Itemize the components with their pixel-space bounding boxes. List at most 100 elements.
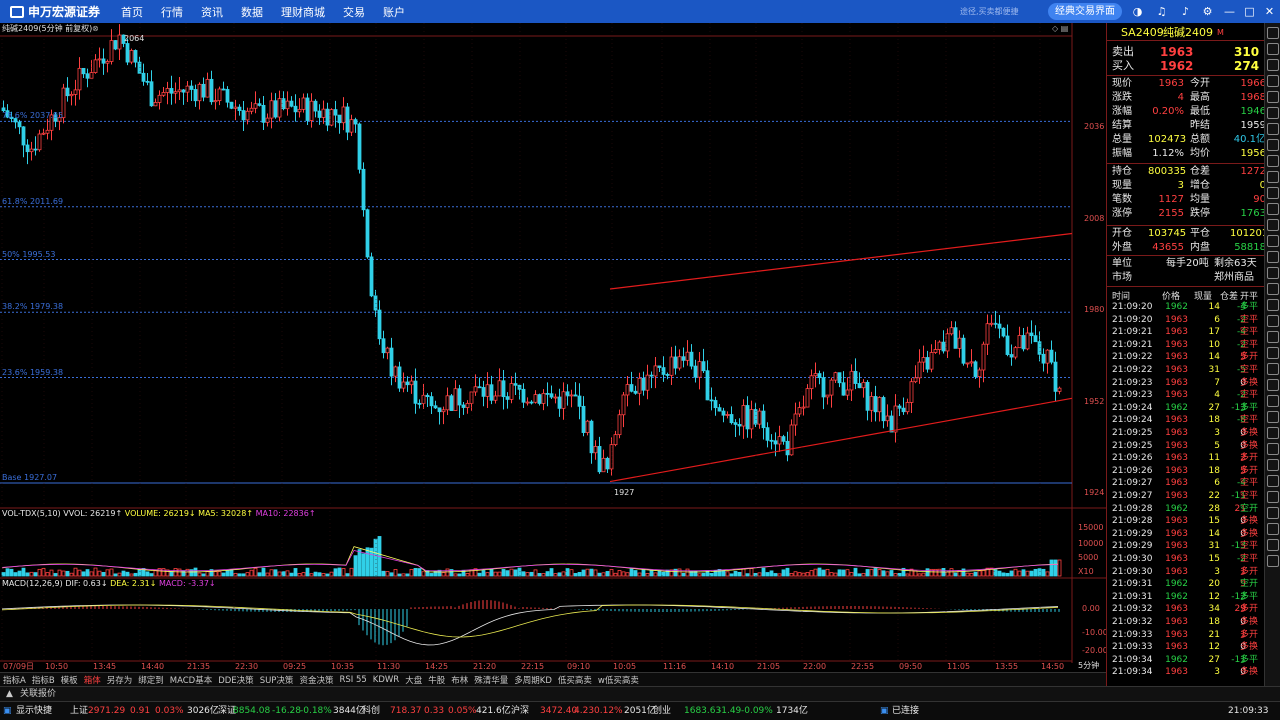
tick-cell: 6 [1214, 478, 1220, 489]
toolbar-tool-icon[interactable] [1267, 171, 1279, 183]
right-toolbar [1264, 23, 1280, 688]
toolbar-tool-icon[interactable] [1267, 187, 1279, 199]
toolbar-tool-icon[interactable] [1267, 251, 1279, 263]
toolbar-tool-icon[interactable] [1267, 539, 1279, 551]
quote-price[interactable]: 1962 [1160, 59, 1193, 73]
period-label[interactable]: 5分钟 [1078, 661, 1099, 671]
macd-bars [2, 600, 1060, 646]
chart-close-icon[interactable]: ⊗ [92, 24, 99, 34]
menu-item-3[interactable]: 数据 [232, 4, 272, 20]
maximize-icon[interactable]: □ [1242, 4, 1257, 19]
volume-bar [453, 573, 458, 577]
close-icon[interactable]: ✕ [1262, 4, 1277, 19]
indicator-tab[interactable]: 指标A [0, 674, 29, 686]
tick-cell: 1963 [1165, 604, 1188, 615]
indicator-tab[interactable]: 指标B [29, 674, 58, 686]
indicator-tab[interactable]: RSI 55 [336, 675, 369, 685]
indicator-tab[interactable]: w低买高卖 [595, 674, 642, 686]
fib-label: 23.6% 1959.38 [2, 367, 64, 377]
menu-item-6[interactable]: 账户 [374, 4, 414, 20]
candle-body [869, 396, 874, 411]
toolbar-tool-icon[interactable] [1267, 523, 1279, 535]
toolbar-tool-icon[interactable] [1267, 443, 1279, 455]
candle-body [1021, 335, 1026, 350]
indicator-tab[interactable]: 殊清华量 [471, 674, 511, 686]
toolbar-tool-icon[interactable] [1267, 363, 1279, 375]
classic-trade-button[interactable]: 经典交易界面 [1048, 3, 1122, 20]
indicator-tab[interactable]: 多周期KD [511, 674, 555, 686]
toolbar-tool-icon[interactable] [1267, 427, 1279, 439]
toolbar-tool-icon[interactable] [1267, 283, 1279, 295]
toolbar-tool-icon[interactable] [1267, 203, 1279, 215]
volume-bar [57, 569, 62, 577]
indicator-tab[interactable]: MACD基本 [167, 674, 215, 686]
tick-row: 21:09:29 1963 31 -13 空平 [1112, 540, 1262, 553]
chart-toggle-icon[interactable]: ◇ ▤ [1052, 24, 1068, 34]
toolbar-tool-icon[interactable] [1267, 267, 1279, 279]
menu-item-4[interactable]: 理财商城 [272, 4, 334, 20]
menu-item-1[interactable]: 行情 [152, 4, 192, 20]
quote-label: 卖出 [1112, 45, 1134, 58]
toolbar-tool-icon[interactable] [1267, 139, 1279, 151]
candle-body [577, 395, 582, 407]
settings-icon[interactable]: ⚙ [1200, 4, 1215, 19]
bell-icon[interactable]: ♪ [1178, 4, 1193, 19]
indicator-tab[interactable]: 大盘 [402, 674, 425, 686]
toolbar-tool-icon[interactable] [1267, 299, 1279, 311]
indicator-tab[interactable]: 另存为 [104, 674, 136, 686]
indicator-tab[interactable]: KDWR [370, 675, 402, 685]
toolbar-tool-icon[interactable] [1267, 219, 1279, 231]
indicator-tab[interactable]: SUP决策 [257, 674, 297, 686]
toolbar-tool-icon[interactable] [1267, 491, 1279, 503]
collapse-icon[interactable]: ▲ [6, 689, 13, 699]
market-row: 市场 郑州商品 [1112, 271, 1262, 285]
toolbar-tool-icon[interactable] [1267, 107, 1279, 119]
menu-item-2[interactable]: 资讯 [192, 4, 232, 20]
indicator-tab[interactable]: 低买高卖 [555, 674, 595, 686]
headset-icon[interactable]: ♫ [1154, 4, 1169, 19]
start-icon[interactable]: ▣ [3, 702, 12, 720]
toolbar-tool-icon[interactable] [1267, 331, 1279, 343]
toolbar-tool-icon[interactable] [1267, 155, 1279, 167]
indicator-tab[interactable]: 布林 [448, 674, 471, 686]
candle-body [69, 93, 74, 97]
toolbar-tool-icon[interactable] [1267, 411, 1279, 423]
toolbar-tool-icon[interactable] [1267, 475, 1279, 487]
candle-body [97, 58, 102, 61]
toolbar-tool-icon[interactable] [1267, 235, 1279, 247]
volume-bar [741, 568, 746, 577]
indicator-tab[interactable]: 箱体 [81, 674, 104, 686]
toolbar-tool-icon[interactable] [1267, 315, 1279, 327]
menu-item-0[interactable]: 首页 [112, 4, 152, 20]
indicator-tab[interactable]: 牛股 [425, 674, 448, 686]
minimize-icon[interactable]: — [1222, 4, 1237, 19]
toolbar-tool-icon[interactable] [1267, 507, 1279, 519]
candle-body [365, 209, 370, 258]
toolbar-tool-icon[interactable] [1267, 75, 1279, 87]
toolbar-tool-icon[interactable] [1267, 347, 1279, 359]
tick-row: 21:09:21 1963 17 -4 空平 [1112, 326, 1262, 339]
toolbar-tool-icon[interactable] [1267, 43, 1279, 55]
skin-icon[interactable]: ◑ [1130, 4, 1145, 19]
kline-chart[interactable] [0, 23, 1106, 672]
toolbar-tool-icon[interactable] [1267, 395, 1279, 407]
toolbar-tool-icon[interactable] [1267, 59, 1279, 71]
toolbar-tool-icon[interactable] [1267, 123, 1279, 135]
indicator-tab[interactable]: 资金决策 [296, 674, 336, 686]
candle-body [833, 372, 838, 381]
toolbar-tool-icon[interactable] [1267, 27, 1279, 39]
indicator-tab[interactable]: 模板 [58, 674, 81, 686]
status-item: 718.37 [390, 706, 422, 716]
toolbar-tool-icon[interactable] [1267, 379, 1279, 391]
indicator-tab[interactable]: DDE决策 [215, 674, 256, 686]
volume-bar [701, 572, 706, 577]
toolbar-tool-icon[interactable] [1267, 91, 1279, 103]
menu-item-5[interactable]: 交易 [334, 4, 374, 20]
toolbar-tool-icon[interactable] [1267, 555, 1279, 567]
indicator-tab[interactable]: 绑定到 [135, 674, 167, 686]
status-item[interactable]: 显示快捷 [16, 702, 52, 720]
quote-price[interactable]: 1963 [1160, 45, 1193, 59]
toolbar-tool-icon[interactable] [1267, 459, 1279, 471]
kline-chart-area[interactable]: 纯碱2409(5分钟 前复权) ⊗ ◇ ▤ 2064 1927 78.6% 20… [0, 23, 1108, 672]
related-quote-label[interactable]: 关联报价 [20, 689, 56, 699]
